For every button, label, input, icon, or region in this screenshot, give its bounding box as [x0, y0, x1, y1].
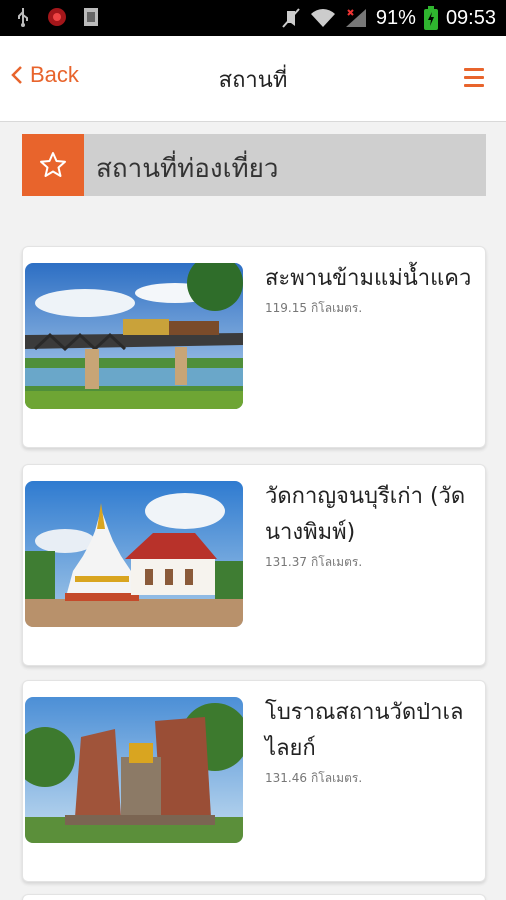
distance-value: 131.37	[265, 555, 307, 569]
distance-unit: กิโลเมตร.	[311, 301, 363, 315]
distance-unit: กิโลเมตร.	[311, 555, 363, 569]
menu-icon[interactable]	[464, 68, 484, 87]
list-item[interactable]: โบราณสถานวัดป่าเลไลยก์ 131.46 กิโลเมตร.	[22, 680, 486, 882]
distance-value: 131.46	[265, 771, 307, 785]
battery-charging-icon	[423, 6, 438, 30]
signal-icon	[345, 9, 366, 27]
distance-unit: กิโลเมตร.	[311, 771, 363, 785]
star-icon	[22, 134, 84, 196]
place-distance: 131.37 กิโลเมตร.	[265, 553, 481, 572]
usb-icon	[18, 8, 28, 27]
app-header: Back สถานที่	[0, 36, 506, 122]
place-name: โบราณสถานวัดป่าเลไลยก์	[265, 700, 464, 761]
section-title: สถานที่ท่องเที่ยว	[96, 154, 279, 184]
mute-icon	[282, 8, 300, 28]
place-name: สะพานข้ามแม่น้ำแคว	[265, 266, 472, 291]
place-info: โบราณสถานวัดป่าเลไลยก์ 131.46 กิโลเมตร.	[265, 695, 481, 788]
wifi-icon	[310, 9, 335, 27]
sim-card-icon	[84, 8, 98, 26]
battery-percent: 91%	[375, 7, 416, 29]
clock: 09:53	[445, 7, 496, 29]
section-header: สถานที่ท่องเที่ยว	[22, 134, 486, 196]
place-image	[25, 697, 243, 843]
app-notification-icon	[48, 8, 66, 26]
place-info: วัดกาญจนบุรีเก่า (วัดนางพิมพ์) 131.37 กิโ…	[265, 479, 481, 572]
list-item[interactable]	[22, 894, 486, 900]
distance-value: 119.15	[265, 301, 307, 315]
status-bar: 91% 09:53	[0, 0, 506, 36]
list-item[interactable]: สะพานข้ามแม่น้ำแคว 119.15 กิโลเมตร.	[22, 246, 486, 448]
place-image	[25, 263, 243, 409]
place-distance: 119.15 กิโลเมตร.	[265, 299, 481, 318]
place-distance: 131.46 กิโลเมตร.	[265, 769, 481, 788]
page-title: สถานที่	[218, 68, 288, 93]
place-info: สะพานข้ามแม่น้ำแคว 119.15 กิโลเมตร.	[265, 261, 481, 318]
place-name: วัดกาญจนบุรีเก่า (วัดนางพิมพ์)	[265, 484, 466, 545]
place-image	[25, 481, 243, 627]
list-item[interactable]: วัดกาญจนบุรีเก่า (วัดนางพิมพ์) 131.37 กิโ…	[22, 464, 486, 666]
